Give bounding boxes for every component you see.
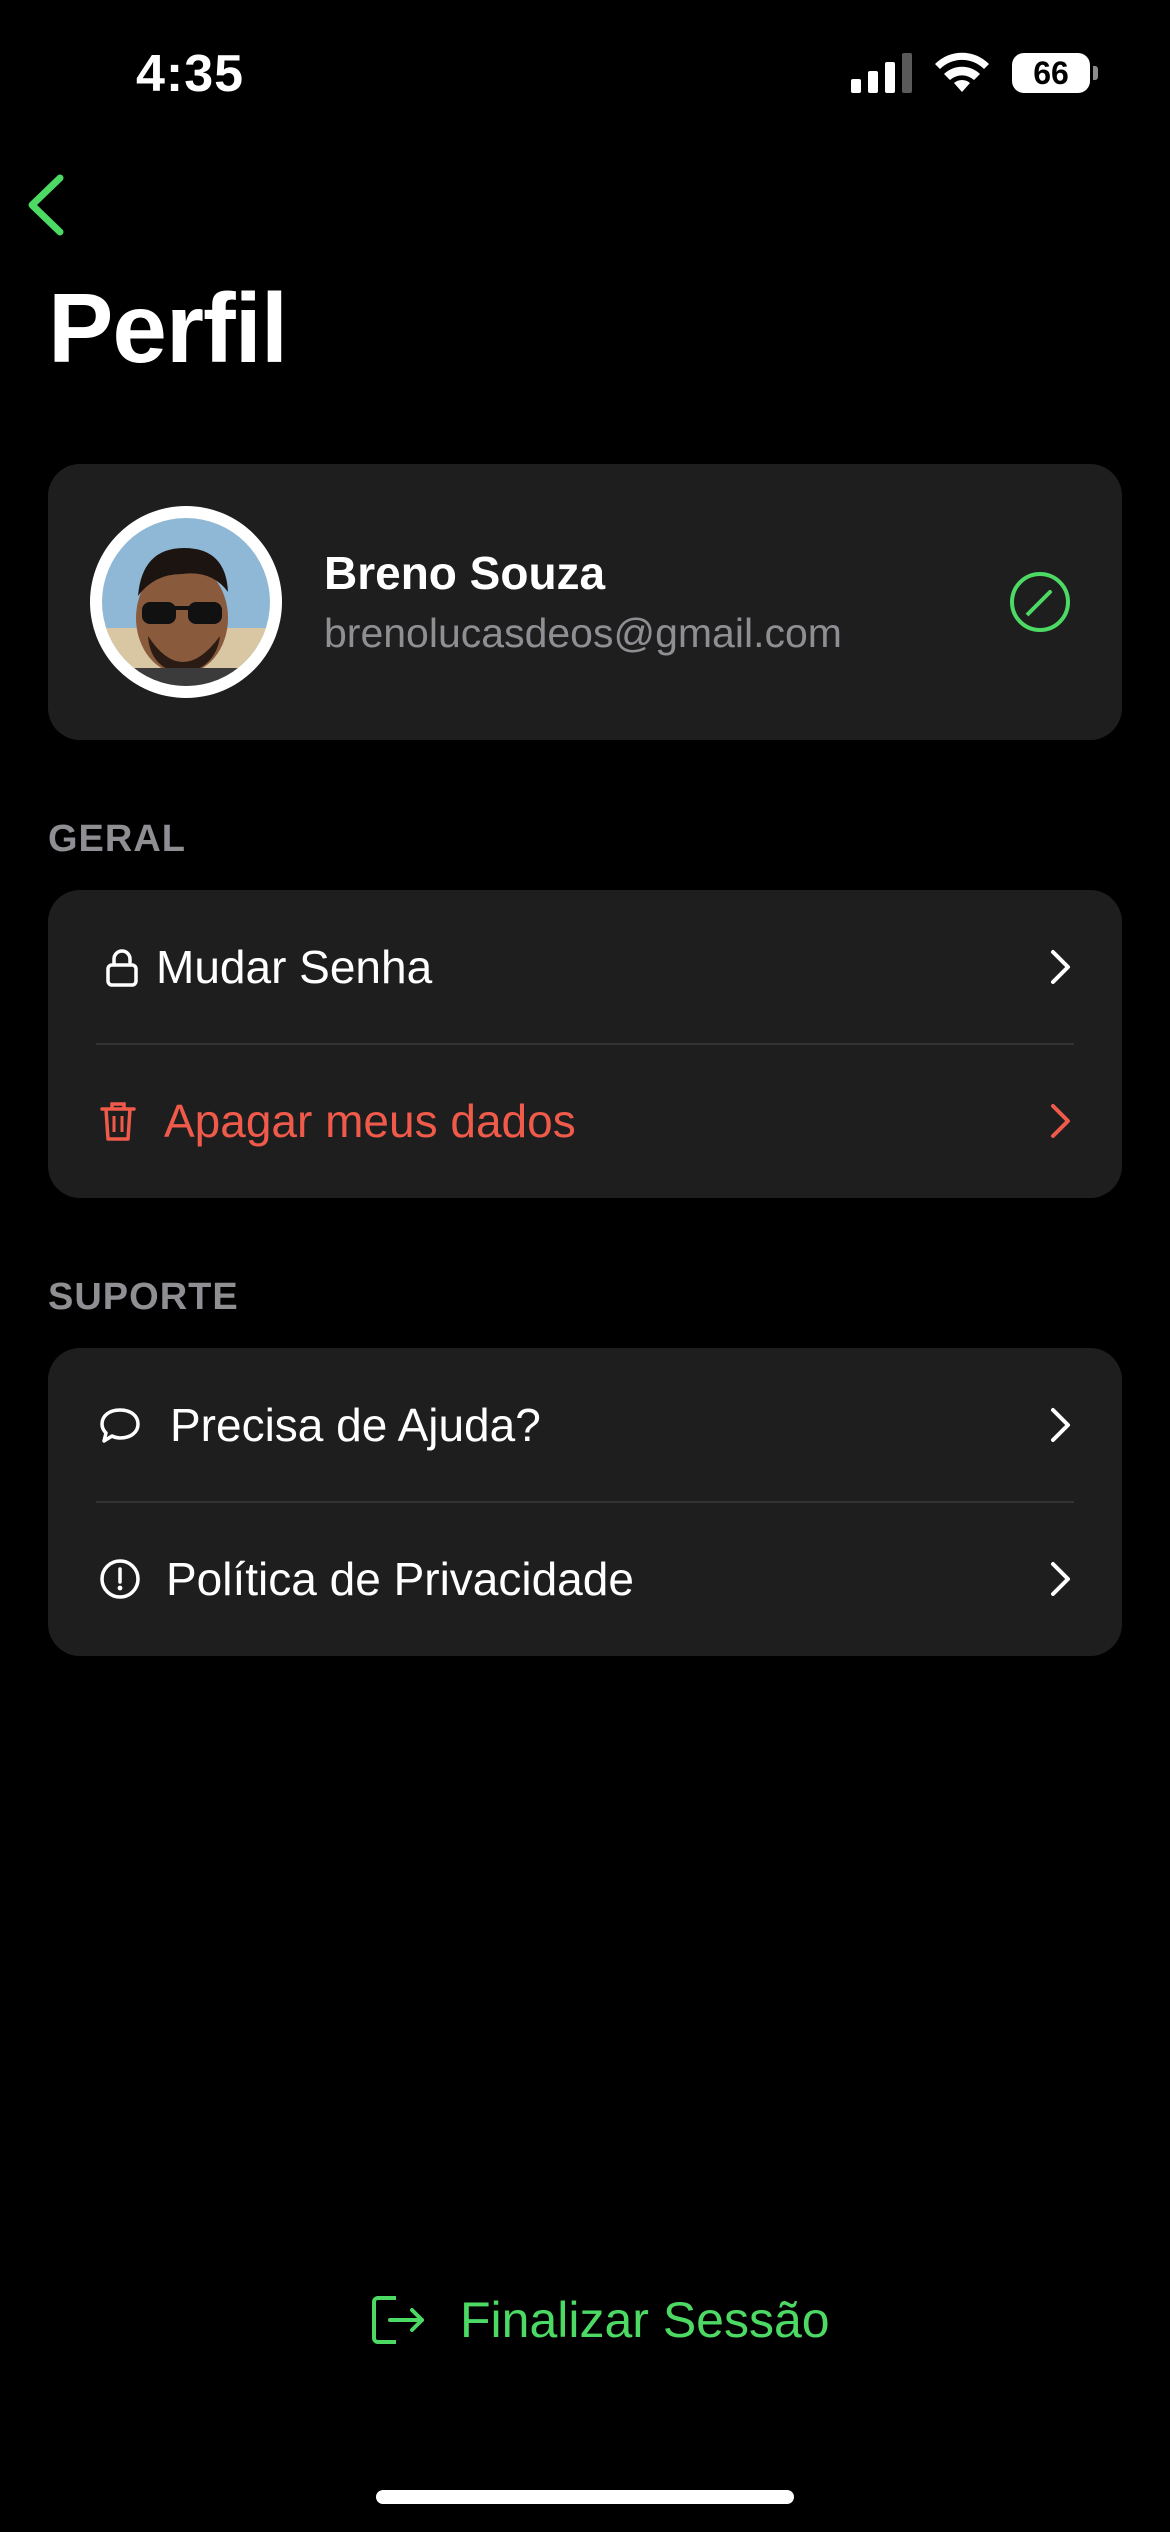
back-chevron-icon[interactable] (20, 170, 76, 240)
change-password-label: Mudar Senha (156, 941, 433, 993)
privacy-policy-row[interactable]: Política de Privacidade (48, 1502, 1122, 1656)
cellular-signal-icon (851, 53, 912, 93)
change-password-row[interactable]: Mudar Senha (48, 890, 1122, 1044)
avatar-photo (102, 518, 270, 686)
chat-bubble-icon (100, 1408, 140, 1443)
page-title: Perfil (48, 273, 288, 383)
chevron-right-icon (1051, 950, 1070, 984)
info-circle-icon (100, 1559, 140, 1599)
trash-icon (100, 1102, 136, 1141)
avatar (90, 506, 282, 698)
section-label-general: GERAL (48, 818, 186, 860)
profile-email: brenolucasdeos@gmail.com (324, 610, 842, 656)
support-group: Precisa de Ajuda? Política de Privacidad… (48, 1348, 1122, 1656)
status-icons: 66 (851, 52, 1098, 94)
profile-name: Breno Souza (324, 547, 606, 599)
help-row[interactable]: Precisa de Ajuda? (48, 1348, 1122, 1502)
chevron-right-icon (1051, 1104, 1070, 1138)
logout-label: Finalizar Sessão (460, 2292, 830, 2348)
delete-data-label: Apagar meus dados (164, 1095, 576, 1147)
lock-icon (106, 949, 138, 987)
logout-button[interactable]: Finalizar Sessão (368, 2290, 830, 2350)
section-label-support: SUPORTE (48, 1276, 239, 1318)
chevron-right-icon (1051, 1562, 1070, 1596)
delete-data-row[interactable]: Apagar meus dados (48, 1044, 1122, 1198)
battery-icon: 66 (1012, 53, 1098, 93)
profile-card: Breno Souza brenolucasdeos@gmail.com (48, 464, 1122, 740)
help-label: Precisa de Ajuda? (170, 1399, 541, 1451)
home-indicator[interactable] (376, 2490, 794, 2504)
general-group: Mudar Senha Apagar meus dados (48, 890, 1122, 1198)
status-bar: 4:35 66 (0, 0, 1170, 150)
privacy-policy-label: Política de Privacidade (166, 1553, 634, 1605)
edit-pencil-icon[interactable] (1008, 570, 1072, 634)
status-time: 4:35 (136, 45, 245, 103)
wifi-icon (935, 52, 989, 92)
chevron-right-icon (1051, 1408, 1070, 1442)
logout-icon (372, 2296, 424, 2344)
